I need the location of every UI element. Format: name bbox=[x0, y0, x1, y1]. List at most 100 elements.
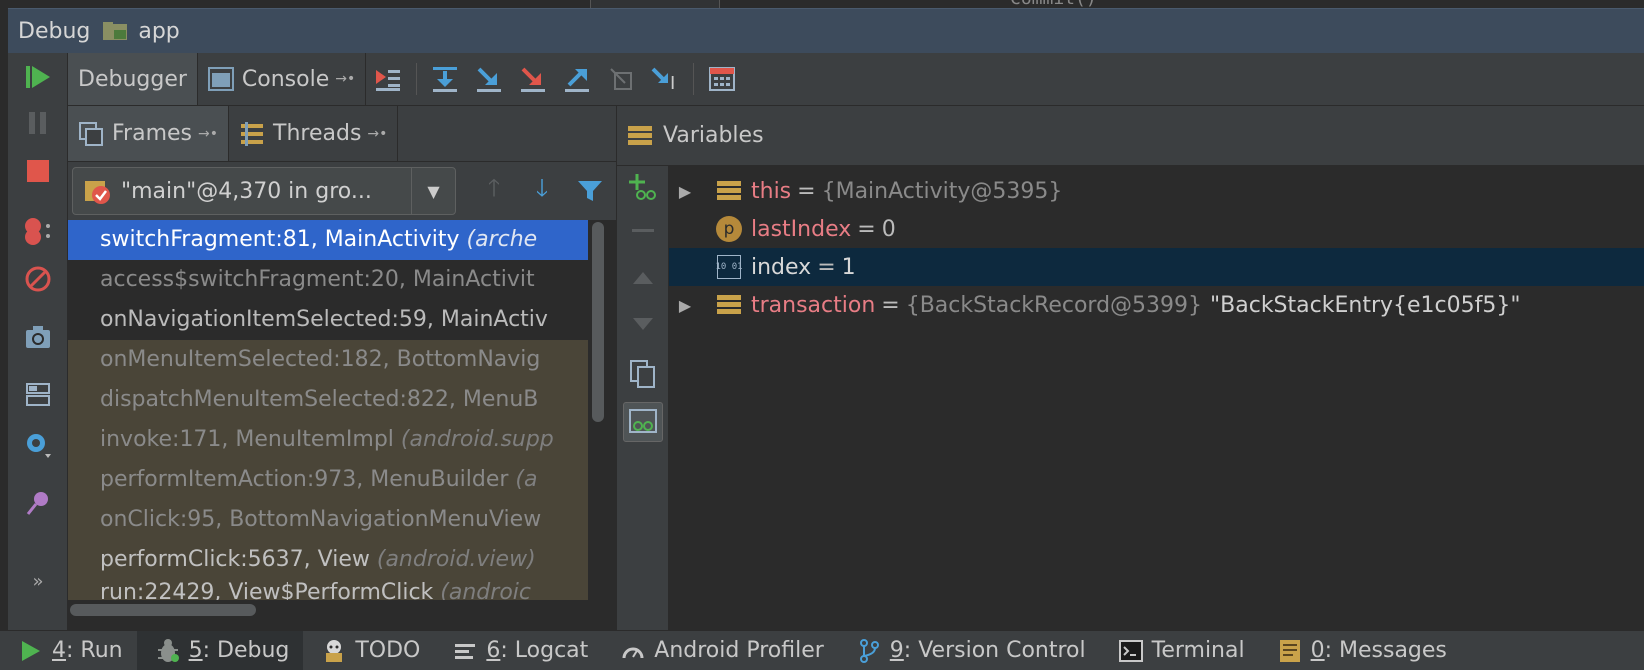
profiler-label: Android Profiler bbox=[654, 638, 824, 663]
show-execution-point-icon[interactable] bbox=[366, 53, 410, 105]
frame-row[interactable]: onNavigationItemSelected:59, MainActiv bbox=[68, 300, 588, 340]
tab-debugger[interactable]: Debugger bbox=[68, 53, 198, 105]
pause-icon[interactable] bbox=[20, 105, 56, 141]
frame-row[interactable]: performItemAction:973, MenuBuilder (a bbox=[68, 460, 588, 500]
variable-row[interactable]: 10 01 index = 1 bbox=[669, 248, 1644, 286]
pin-tab-icon[interactable]: →• bbox=[335, 71, 355, 87]
debug-side-toolbar: » bbox=[8, 53, 68, 630]
vcs-label: : Version Control bbox=[903, 638, 1086, 663]
tab-frames[interactable]: Frames →• bbox=[68, 106, 230, 161]
pin-icon[interactable] bbox=[20, 485, 56, 521]
new-watch-icon[interactable] bbox=[625, 168, 661, 204]
filter-icon[interactable] bbox=[566, 167, 614, 215]
terminal-label: Terminal bbox=[1151, 638, 1245, 663]
debugger-tabs-bar: Debugger Console →• I bbox=[68, 53, 1644, 106]
stop-icon[interactable] bbox=[20, 153, 56, 189]
debug-label: : Debug bbox=[202, 638, 290, 663]
camera-icon[interactable] bbox=[20, 319, 56, 355]
view-breakpoints-icon[interactable] bbox=[20, 213, 56, 249]
pin-tab-icon[interactable]: →• bbox=[198, 126, 218, 142]
resume-icon[interactable] bbox=[20, 59, 56, 95]
show-watches-icon[interactable] bbox=[623, 402, 663, 442]
frame-method: access$switchFragment:20, MainActivit bbox=[100, 267, 535, 292]
settings-icon[interactable] bbox=[20, 427, 56, 463]
tab-console-label: Console bbox=[241, 66, 330, 92]
todo-tool-button[interactable]: TODO bbox=[303, 631, 434, 670]
frame-method: onNavigationItemSelected:59, MainActiv bbox=[100, 307, 548, 332]
more-icon[interactable]: » bbox=[20, 563, 56, 599]
logcat-tool-button[interactable]: 6: Logcat bbox=[434, 631, 602, 670]
tool-window-bar: 4: Run 5: Debug TODO 6: Logcat Android P… bbox=[0, 630, 1644, 670]
frame-row[interactable]: onMenuItemSelected:182, BottomNavig bbox=[68, 340, 588, 380]
step-over-icon[interactable] bbox=[423, 53, 467, 105]
chevron-down-icon[interactable]: ▼ bbox=[411, 168, 455, 214]
tab-debugger-label: Debugger bbox=[78, 66, 187, 92]
mute-breakpoints-icon[interactable] bbox=[20, 261, 56, 297]
frame-row[interactable]: dispatchMenuItemSelected:822, MenuB bbox=[68, 380, 588, 420]
variables-toolbar bbox=[617, 166, 669, 630]
frame-row[interactable]: performClick:5637, View (android.view) bbox=[68, 540, 588, 580]
thread-selector-value: "main"@4,370 in gro... bbox=[121, 178, 372, 204]
frames-horizontal-scrollbar[interactable] bbox=[70, 604, 256, 616]
frames-list[interactable]: switchFragment:81, MainActivity (arche a… bbox=[68, 220, 588, 600]
frame-method: performItemAction:973, MenuBuilder bbox=[100, 467, 516, 492]
previous-frame-icon[interactable]: 🡑 bbox=[470, 167, 518, 215]
step-into-icon[interactable] bbox=[467, 53, 511, 105]
force-step-into-icon[interactable] bbox=[511, 53, 555, 105]
primitive-badge: 10 01 bbox=[715, 255, 743, 279]
threads-icon bbox=[239, 121, 265, 147]
move-down-icon[interactable] bbox=[625, 306, 661, 342]
variable-row[interactable]: ▶ transaction = {BackStackRecord@5399} "… bbox=[669, 286, 1644, 324]
tab-threads-label: Threads bbox=[273, 121, 362, 146]
copy-icon[interactable] bbox=[625, 356, 661, 392]
frame-row[interactable]: invoke:171, MenuItemImpl (android.supp bbox=[68, 420, 588, 460]
messages-icon bbox=[1277, 638, 1303, 664]
frame-method: run:22429, View$PerformClick bbox=[100, 580, 441, 600]
frame-row[interactable]: onClick:95, BottomNavigationMenuView bbox=[68, 500, 588, 540]
todo-icon bbox=[321, 638, 347, 664]
frame-row[interactable]: switchFragment:81, MainActivity (arche bbox=[68, 220, 588, 260]
profiler-tool-button[interactable]: Android Profiler bbox=[602, 631, 838, 670]
frame-row[interactable]: access$switchFragment:20, MainActivit bbox=[68, 260, 588, 300]
debug-window-title: Debug app bbox=[8, 8, 1644, 53]
gauge-icon bbox=[620, 638, 646, 664]
frame-package: (android.view) bbox=[376, 547, 536, 572]
variables-tree[interactable]: ▶ this = {MainActivity@5395} p lastIndex… bbox=[669, 166, 1644, 630]
svg-text:I: I bbox=[670, 73, 675, 93]
restore-layout-icon[interactable] bbox=[20, 377, 56, 413]
frame-package: (android.supp bbox=[400, 427, 554, 452]
run-tool-button[interactable]: 4: Run bbox=[0, 631, 137, 670]
evaluate-expression-icon[interactable] bbox=[700, 53, 744, 105]
expand-arrow-icon[interactable]: ▶ bbox=[669, 296, 701, 315]
editor-gutter bbox=[590, 0, 720, 8]
folder-icon bbox=[102, 21, 130, 41]
debug-tool-button[interactable]: 5: Debug bbox=[136, 631, 304, 670]
next-frame-icon[interactable]: 🡓 bbox=[518, 167, 566, 215]
variable-row[interactable]: p lastIndex = 0 bbox=[669, 210, 1644, 248]
variable-name: this bbox=[751, 178, 792, 204]
frame-method: onMenuItemSelected:182, BottomNavig bbox=[100, 347, 541, 372]
terminal-tool-button[interactable]: Terminal bbox=[1100, 631, 1259, 670]
frames-icon bbox=[78, 121, 104, 147]
tab-console[interactable]: Console →• bbox=[198, 53, 367, 105]
expand-arrow-icon[interactable]: ▶ bbox=[669, 182, 701, 201]
run-to-cursor-icon[interactable]: I bbox=[643, 53, 687, 105]
frames-vertical-scrollbar[interactable] bbox=[592, 222, 604, 422]
editor-strip: Commit() bbox=[0, 0, 1644, 9]
thread-selector[interactable]: "main"@4,370 in gro... ▼ bbox=[72, 167, 456, 215]
tab-threads[interactable]: Threads →• bbox=[229, 106, 399, 161]
debug-bug-icon bbox=[155, 638, 181, 664]
frame-row[interactable]: run:22429, View$PerformClick (androic bbox=[68, 580, 588, 600]
remove-watch-icon[interactable] bbox=[625, 212, 661, 248]
messages-tool-button[interactable]: 0: Messages bbox=[1259, 631, 1461, 670]
move-up-icon[interactable] bbox=[625, 260, 661, 296]
step-out-icon[interactable] bbox=[555, 53, 599, 105]
primitive-icon: 10 01 bbox=[715, 254, 743, 280]
version-control-tool-button[interactable]: 9: Version Control bbox=[838, 631, 1100, 670]
frame-method: dispatchMenuItemSelected:822, MenuB bbox=[100, 387, 539, 412]
pin-tab-icon[interactable]: →• bbox=[367, 126, 387, 142]
frame-package: (arche bbox=[466, 227, 538, 252]
variable-name: transaction bbox=[751, 292, 876, 318]
variable-row[interactable]: ▶ this = {MainActivity@5395} bbox=[669, 172, 1644, 210]
drop-frame-icon[interactable] bbox=[599, 53, 643, 105]
